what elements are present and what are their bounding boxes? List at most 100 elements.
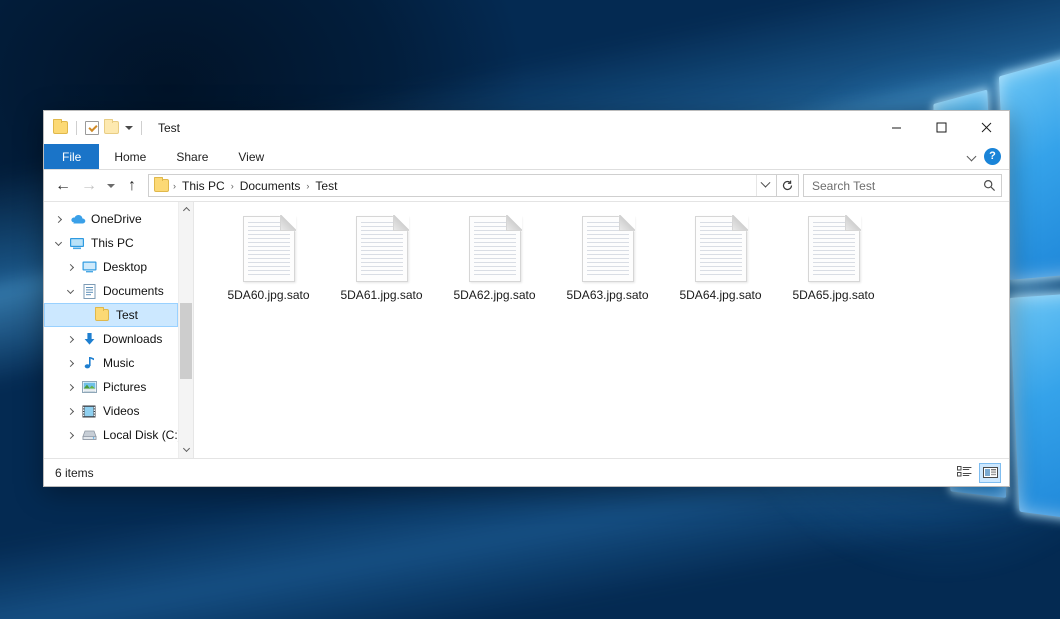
- chevron-right-icon[interactable]: [50, 207, 67, 231]
- sidebar-item-pictures[interactable]: Pictures: [44, 375, 178, 399]
- customize-caret-icon[interactable]: [125, 126, 133, 130]
- file-item[interactable]: 5DA64.jpg.sato: [664, 214, 777, 302]
- sidebar-item-local-disk-c[interactable]: Local Disk (C:): [44, 423, 178, 447]
- chevron-right-icon[interactable]: [62, 399, 79, 423]
- tab-share[interactable]: Share: [161, 144, 223, 169]
- title-bar: Test: [44, 111, 1009, 144]
- folder-icon[interactable]: [53, 121, 68, 134]
- hard-disk-icon: [79, 427, 99, 443]
- breadcrumb-item-test[interactable]: Test: [310, 177, 342, 195]
- tab-view[interactable]: View: [223, 144, 279, 169]
- sidebar-item-label: Desktop: [103, 260, 147, 274]
- sidebar-item-downloads[interactable]: Downloads: [44, 327, 178, 351]
- item-count-label: 6 items: [55, 466, 94, 480]
- maximize-button[interactable]: [919, 111, 964, 144]
- ribbon-tab-bar: File Home Share View ?: [44, 144, 1009, 170]
- forward-button[interactable]: →: [76, 174, 102, 198]
- chevron-down-icon: [107, 184, 115, 188]
- file-item[interactable]: 5DA60.jpg.sato: [212, 214, 325, 302]
- generic-document-icon: [808, 216, 860, 282]
- scrollbar-thumb[interactable]: [180, 303, 192, 379]
- breadcrumb: › This PC › Documents › Test: [172, 177, 756, 195]
- window-title: Test: [158, 121, 180, 135]
- sidebar-item-label: This PC: [91, 236, 134, 250]
- chevron-right-icon[interactable]: [62, 351, 79, 375]
- window-controls: [874, 111, 1009, 144]
- chevron-right-icon[interactable]: [62, 423, 79, 447]
- sidebar-item-label: Pictures: [103, 380, 146, 394]
- details-view-icon: [957, 466, 972, 479]
- file-name: 5DA62.jpg.sato: [453, 288, 535, 302]
- generic-document-icon: [356, 216, 408, 282]
- search-box[interactable]: Search Test: [803, 174, 1002, 197]
- properties-icon[interactable]: [85, 121, 99, 135]
- scroll-down-button[interactable]: [179, 442, 193, 458]
- sidebar-item-documents[interactable]: Documents: [44, 279, 178, 303]
- refresh-button[interactable]: [777, 174, 799, 197]
- new-folder-icon[interactable]: [104, 121, 119, 134]
- generic-document-icon: [582, 216, 634, 282]
- chevron-right-icon[interactable]: [62, 255, 79, 279]
- file-explorer-window: Test File Home Share View ?: [43, 110, 1010, 487]
- breadcrumb-item-documents[interactable]: Documents: [235, 177, 306, 195]
- back-button[interactable]: ←: [50, 174, 76, 198]
- file-item[interactable]: 5DA65.jpg.sato: [777, 214, 890, 302]
- back-arrow-icon: ←: [55, 178, 71, 194]
- sidebar-item-music[interactable]: Music: [44, 351, 178, 375]
- file-item[interactable]: 5DA61.jpg.sato: [325, 214, 438, 302]
- chevron-down-icon[interactable]: [50, 231, 67, 255]
- file-name: 5DA64.jpg.sato: [679, 288, 761, 302]
- downloads-arrow-icon: [79, 331, 99, 347]
- explorer-body: OneDrive This PC: [44, 201, 1009, 458]
- refresh-icon: [781, 179, 794, 192]
- scroll-up-button[interactable]: [179, 202, 193, 218]
- chevron-right-icon[interactable]: [62, 375, 79, 399]
- onedrive-cloud-icon: [67, 211, 87, 227]
- sidebar-item-this-pc[interactable]: This PC: [44, 231, 178, 255]
- file-item[interactable]: 5DA63.jpg.sato: [551, 214, 664, 302]
- large-icons-view-button[interactable]: [979, 463, 1001, 483]
- status-bar: 6 items: [44, 458, 1009, 486]
- address-bar-row: ← → ↑ › This PC › Documents › Test: [44, 170, 1009, 201]
- minimize-button[interactable]: [874, 111, 919, 144]
- music-note-icon: [79, 355, 99, 371]
- navigation-tree: OneDrive This PC: [44, 202, 178, 458]
- sidebar-item-onedrive[interactable]: OneDrive: [44, 207, 178, 231]
- address-dropdown-icon[interactable]: [756, 175, 774, 196]
- recent-locations-button[interactable]: [102, 174, 119, 198]
- scrollbar-track[interactable]: [179, 218, 193, 442]
- address-bar[interactable]: › This PC › Documents › Test: [148, 174, 777, 197]
- view-mode-buttons: [953, 463, 1001, 483]
- file-name: 5DA63.jpg.sato: [566, 288, 648, 302]
- chevron-down-icon[interactable]: [967, 151, 978, 162]
- chevron-right-icon[interactable]: [62, 327, 79, 351]
- tab-file[interactable]: File: [44, 144, 99, 169]
- forward-arrow-icon: →: [81, 178, 97, 194]
- sidebar-item-label: Documents: [103, 284, 164, 298]
- search-input[interactable]: Search Test: [812, 179, 983, 193]
- sidebar-item-test[interactable]: Test: [44, 303, 178, 327]
- chevron-down-icon[interactable]: [62, 279, 79, 303]
- tab-home[interactable]: Home: [99, 144, 161, 169]
- up-button[interactable]: ↑: [119, 174, 145, 198]
- generic-document-icon: [243, 216, 295, 282]
- file-name: 5DA60.jpg.sato: [227, 288, 309, 302]
- close-button[interactable]: [964, 111, 1009, 144]
- file-item[interactable]: 5DA62.jpg.sato: [438, 214, 551, 302]
- videos-film-icon: [79, 403, 99, 419]
- breadcrumb-item-this-pc[interactable]: This PC: [177, 177, 230, 195]
- sidebar-item-desktop[interactable]: Desktop: [44, 255, 178, 279]
- sidebar-item-label: Videos: [103, 404, 139, 418]
- file-list-pane[interactable]: 5DA60.jpg.sato 5DA61.jpg.sato: [194, 202, 1009, 458]
- folder-icon: [92, 307, 112, 323]
- desktop-icon: [79, 259, 99, 275]
- sidebar-item-videos[interactable]: Videos: [44, 399, 178, 423]
- sidebar-item-label: Downloads: [103, 332, 162, 346]
- up-arrow-icon: ↑: [128, 178, 136, 194]
- details-view-button[interactable]: [953, 463, 975, 483]
- ribbon-right-controls: ?: [967, 144, 1009, 169]
- help-icon[interactable]: ?: [984, 148, 1001, 165]
- logo-pane-bottom-right: [1009, 293, 1060, 522]
- navigation-scrollbar[interactable]: [178, 202, 193, 458]
- sidebar-item-label: Local Disk (C:): [103, 428, 178, 442]
